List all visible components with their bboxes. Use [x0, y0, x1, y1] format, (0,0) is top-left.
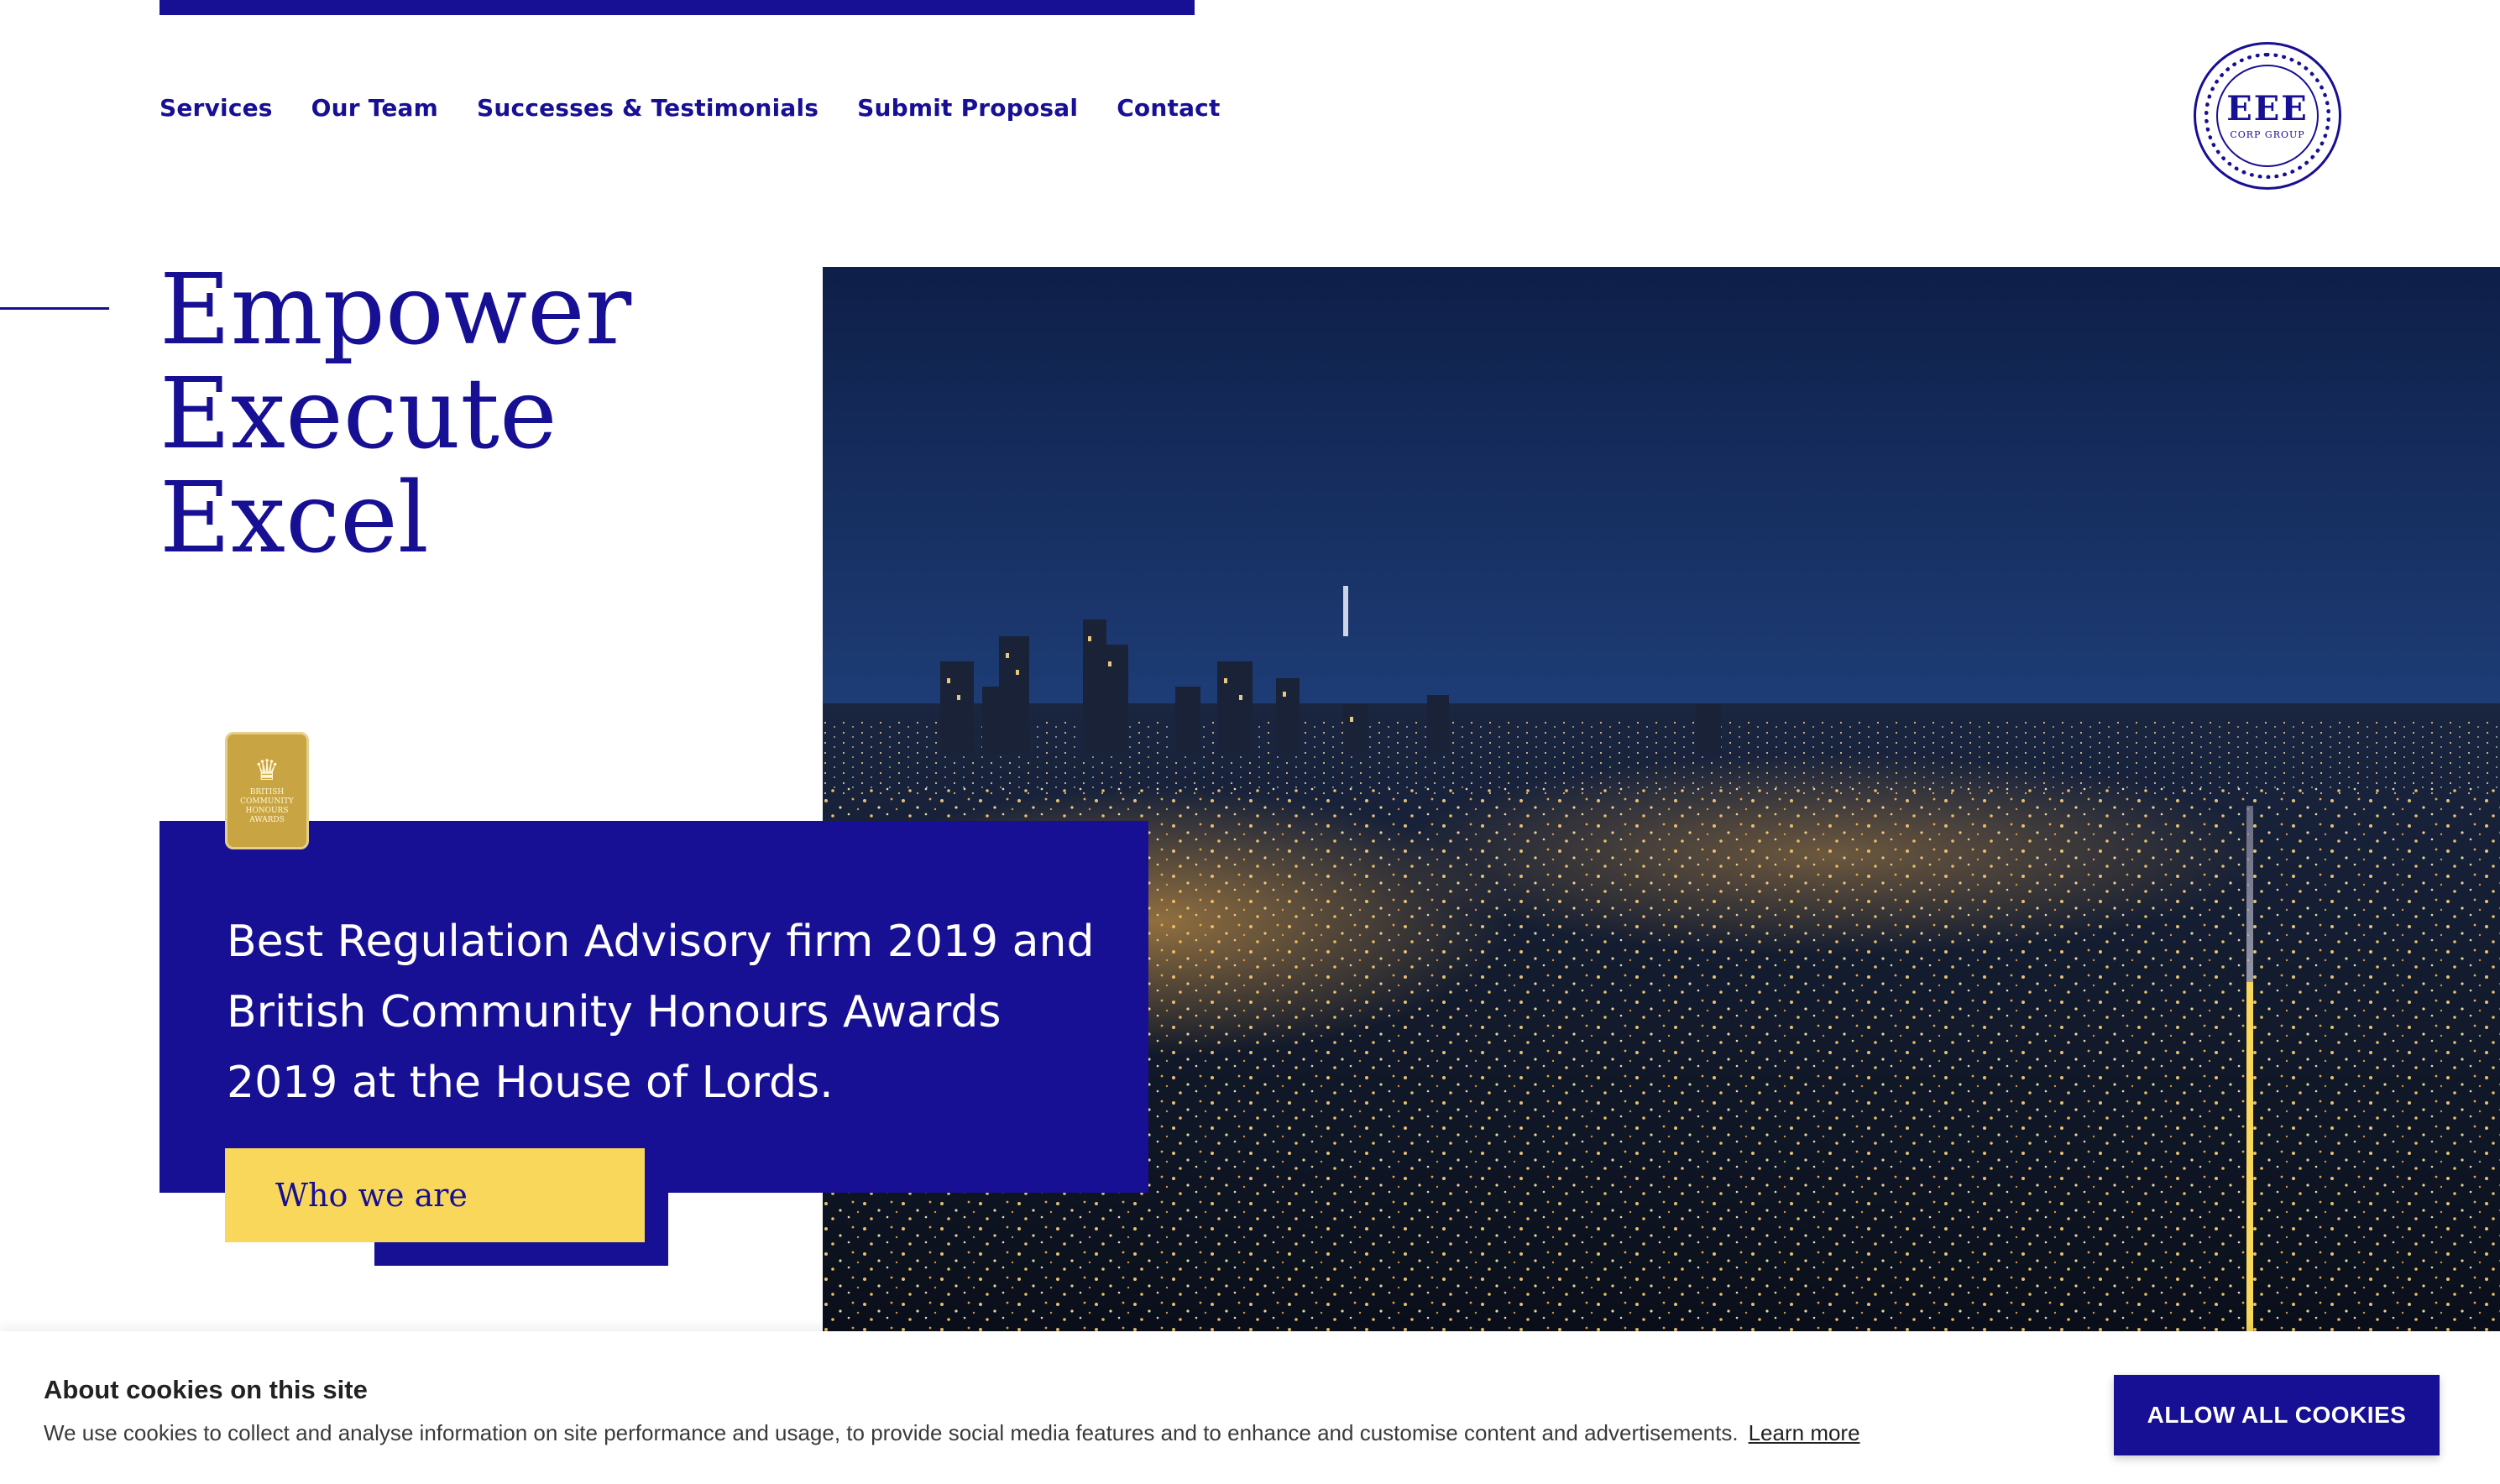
- hero-line-execute: Execute: [160, 358, 557, 471]
- hero-line-excel: Excel: [160, 462, 429, 575]
- cookie-banner: About cookies on this site We use cookie…: [0, 1331, 2500, 1484]
- nav-submit-proposal[interactable]: Submit Proposal: [857, 94, 1078, 122]
- cookie-text: We use cookies to collect and analyse in…: [44, 1420, 1739, 1445]
- allow-all-cookies-button[interactable]: ALLOW ALL COOKIES: [2114, 1375, 2440, 1455]
- main-nav: Services Our Team Successes & Testimonia…: [160, 94, 1221, 122]
- decorative-grey-line: [2246, 806, 2253, 982]
- hero-accent-line: [0, 307, 109, 310]
- logo-mark: EEE: [2226, 88, 2309, 128]
- hero-line-empower: Empower: [160, 253, 632, 367]
- decorative-yellow-line: [2246, 982, 2253, 1331]
- hero-headline: Empower Execute Excel: [160, 259, 631, 571]
- award-badge: ♛ British Community Honours Awards: [225, 732, 309, 849]
- learn-more-link[interactable]: Learn more: [1749, 1420, 1860, 1445]
- award-badge-text: British Community Honours Awards: [240, 788, 294, 824]
- logo-subtitle: CORP GROUP: [2230, 128, 2305, 140]
- company-logo[interactable]: EEE CORP GROUP: [2194, 42, 2341, 190]
- company-seal-icon: EEE CORP GROUP: [2216, 65, 2319, 167]
- nav-contact[interactable]: Contact: [1117, 94, 1220, 122]
- top-accent-bar: [160, 0, 1195, 15]
- nav-our-team[interactable]: Our Team: [311, 94, 438, 122]
- who-we-are-button[interactable]: Who we are: [225, 1148, 645, 1242]
- cookie-message: We use cookies to collect and analyse in…: [44, 1420, 1860, 1446]
- award-text: Best Regulation Advisory firm 2019 and B…: [227, 917, 1095, 1108]
- nav-services[interactable]: Services: [160, 94, 273, 122]
- cookie-title: About cookies on this site: [44, 1375, 368, 1404]
- crown-icon: ♛: [254, 755, 280, 786]
- nav-successes-testimonials[interactable]: Successes & Testimonials: [477, 94, 819, 122]
